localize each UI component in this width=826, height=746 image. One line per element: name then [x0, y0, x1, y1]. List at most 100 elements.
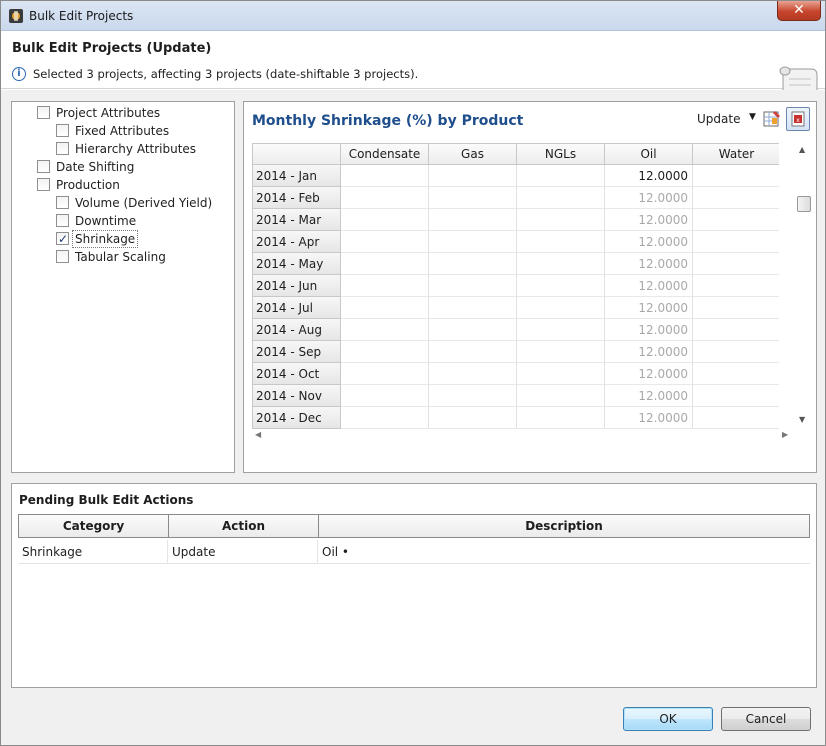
grid-cell[interactable]: 12.0000: [605, 231, 693, 253]
grid-cell[interactable]: 12.0000: [605, 341, 693, 363]
column-header-category[interactable]: Category: [19, 515, 169, 537]
grid-cell[interactable]: [517, 209, 605, 231]
grid-cell[interactable]: 12.0000: [605, 165, 693, 187]
checkbox[interactable]: [37, 178, 50, 191]
column-header[interactable]: NGLs: [517, 144, 605, 165]
shrinkage-grid[interactable]: Condensate Gas NGLs Oil Water 2014 - Jan…: [252, 143, 779, 429]
ok-button[interactable]: OK: [623, 707, 713, 731]
grid-cell[interactable]: [429, 319, 517, 341]
table-row[interactable]: 2014 - Mar 12.0000: [253, 209, 779, 231]
grid-cell[interactable]: [517, 319, 605, 341]
scroll-left-icon[interactable]: ◀: [255, 430, 261, 439]
checkbox[interactable]: [37, 106, 50, 119]
grid-cell[interactable]: [693, 209, 779, 231]
grid-cell[interactable]: [429, 407, 517, 429]
grid-cell[interactable]: [517, 187, 605, 209]
grid-cell[interactable]: [341, 231, 429, 253]
grid-cell[interactable]: [693, 253, 779, 275]
mode-dropdown[interactable]: Update: [697, 112, 740, 126]
grid-cell[interactable]: [341, 297, 429, 319]
table-row[interactable]: 2014 - Oct 12.0000: [253, 363, 779, 385]
column-header[interactable]: Oil: [605, 144, 693, 165]
grid-cell[interactable]: [517, 275, 605, 297]
grid-cell[interactable]: [341, 209, 429, 231]
table-row[interactable]: 2014 - Feb 12.0000: [253, 187, 779, 209]
checkbox-checked[interactable]: [56, 230, 69, 248]
grid-cell[interactable]: 12.0000: [605, 407, 693, 429]
grid-cell[interactable]: 12.0000: [605, 297, 693, 319]
grid-cell[interactable]: [693, 297, 779, 319]
grid-cell[interactable]: [429, 275, 517, 297]
table-row[interactable]: 2014 - May 12.0000: [253, 253, 779, 275]
column-header[interactable]: Gas: [429, 144, 517, 165]
grid-cell[interactable]: [341, 385, 429, 407]
chevron-down-icon[interactable]: ▼: [749, 112, 756, 122]
checkbox[interactable]: [37, 160, 50, 173]
grid-cell[interactable]: [517, 385, 605, 407]
grid-cell[interactable]: [341, 253, 429, 275]
grid-cell[interactable]: [517, 165, 605, 187]
grid-cell[interactable]: [429, 341, 517, 363]
grid-cell[interactable]: [341, 341, 429, 363]
column-header-action[interactable]: Action: [169, 515, 319, 537]
table-row[interactable]: 2014 - Jul 12.0000: [253, 297, 779, 319]
grid-cell[interactable]: [429, 209, 517, 231]
grid-cell[interactable]: [517, 297, 605, 319]
cancel-button[interactable]: Cancel: [721, 707, 811, 731]
column-header[interactable]: Water: [693, 144, 779, 165]
grid-cell[interactable]: [429, 165, 517, 187]
grid-cell[interactable]: 12.0000: [605, 363, 693, 385]
title-bar[interactable]: Bulk Edit Projects ✕: [1, 1, 825, 31]
table-row[interactable]: 2014 - Dec 12.0000: [253, 407, 779, 429]
grid-cell[interactable]: [429, 297, 517, 319]
table-row[interactable]: 2014 - Jan 12.0000: [253, 165, 779, 187]
grid-cell[interactable]: 12.0000: [605, 187, 693, 209]
export-button[interactable]: x: [786, 107, 810, 131]
table-row[interactable]: 2014 - Nov 12.0000: [253, 385, 779, 407]
grid-cell[interactable]: [693, 385, 779, 407]
scroll-thumb[interactable]: [797, 196, 811, 212]
grid-cell[interactable]: [517, 363, 605, 385]
grid-cell[interactable]: 12.0000: [605, 275, 693, 297]
grid-cell[interactable]: [693, 341, 779, 363]
scroll-up-icon[interactable]: ▲: [799, 145, 805, 154]
grid-cell[interactable]: [341, 363, 429, 385]
grid-cell[interactable]: [693, 231, 779, 253]
horizontal-scrollbar[interactable]: ◀ ▶: [252, 430, 792, 444]
grid-cell[interactable]: [693, 165, 779, 187]
grid-cell[interactable]: [693, 363, 779, 385]
grid-cell[interactable]: [429, 187, 517, 209]
checkbox[interactable]: [56, 142, 69, 155]
category-tree[interactable]: Project Attributes Fixed Attributes Hier…: [11, 101, 235, 473]
grid-edit-icon[interactable]: [763, 110, 781, 128]
grid-cell[interactable]: [429, 385, 517, 407]
table-row[interactable]: 2014 - Aug 12.0000: [253, 319, 779, 341]
grid-cell[interactable]: 12.0000: [605, 209, 693, 231]
grid-cell[interactable]: [693, 275, 779, 297]
grid-cell[interactable]: [429, 231, 517, 253]
vertical-scrollbar[interactable]: ▲ ▼: [795, 143, 812, 429]
grid-cell[interactable]: [429, 363, 517, 385]
scroll-right-icon[interactable]: ▶: [782, 430, 788, 439]
grid-cell[interactable]: [517, 341, 605, 363]
grid-cell[interactable]: [341, 187, 429, 209]
column-header-description[interactable]: Description: [319, 515, 809, 537]
checkbox[interactable]: [56, 250, 69, 263]
table-row[interactable]: 2014 - Jun 12.0000: [253, 275, 779, 297]
table-row[interactable]: 2014 - Sep 12.0000: [253, 341, 779, 363]
table-row[interactable]: 2014 - Apr 12.0000: [253, 231, 779, 253]
grid-cell[interactable]: 12.0000: [605, 253, 693, 275]
grid-cell[interactable]: [341, 407, 429, 429]
grid-cell[interactable]: [517, 231, 605, 253]
checkbox[interactable]: [56, 214, 69, 227]
checkbox[interactable]: [56, 124, 69, 137]
column-header[interactable]: Condensate: [341, 144, 429, 165]
grid-cell[interactable]: [341, 319, 429, 341]
grid-cell[interactable]: 12.0000: [605, 319, 693, 341]
table-row[interactable]: Shrinkage Update Oil •: [18, 540, 810, 564]
checkbox[interactable]: [56, 196, 69, 209]
scroll-down-icon[interactable]: ▼: [799, 415, 805, 424]
grid-cell[interactable]: [517, 253, 605, 275]
grid-cell[interactable]: [693, 187, 779, 209]
grid-cell[interactable]: 12.0000: [605, 385, 693, 407]
